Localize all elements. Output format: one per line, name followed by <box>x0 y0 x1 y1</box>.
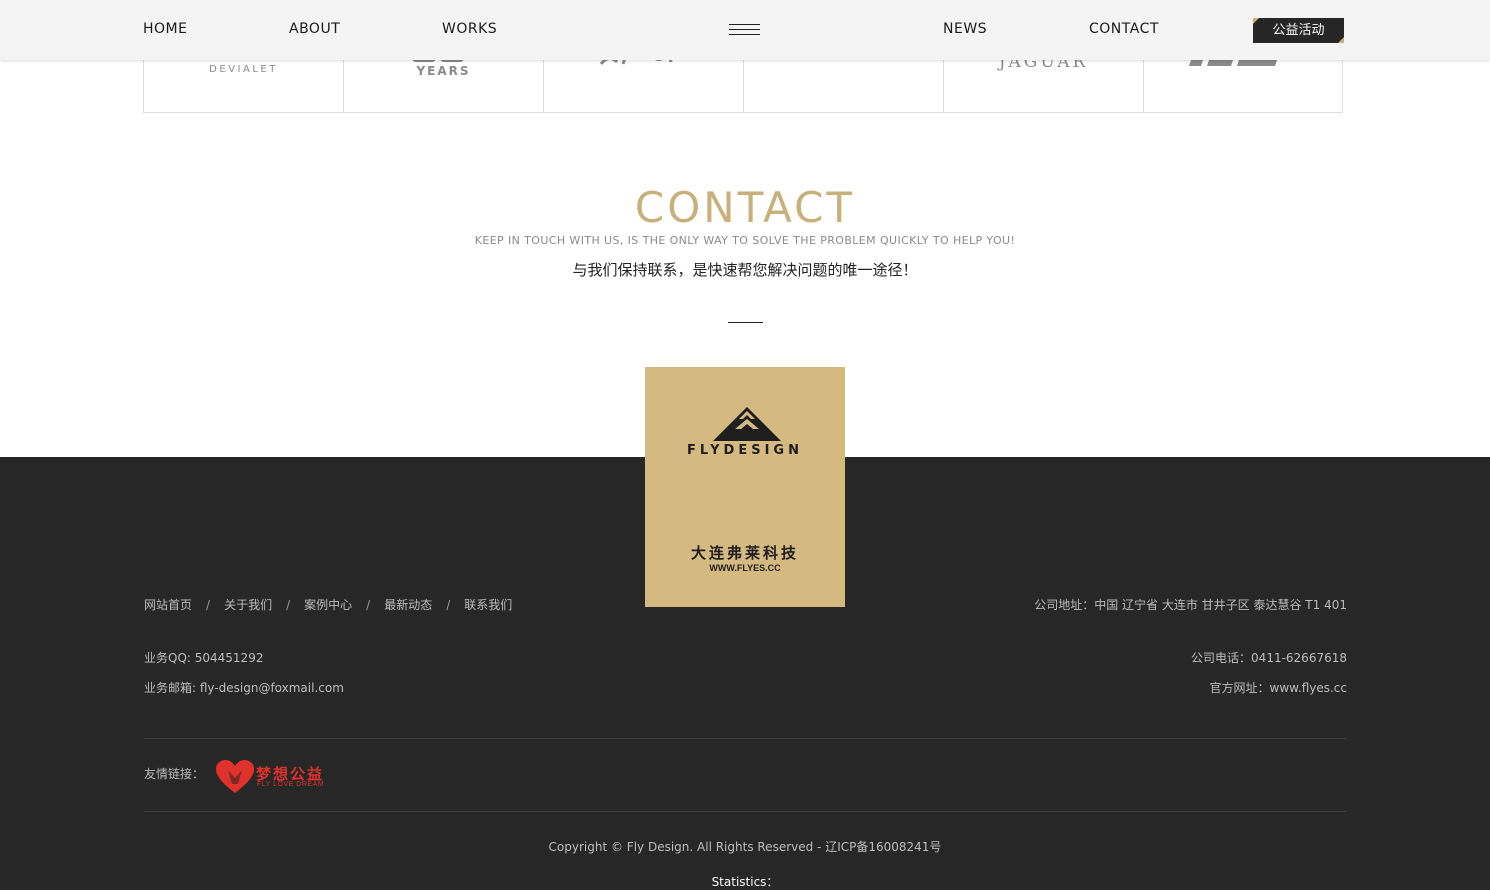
brand-cell[interactable] <box>743 60 943 112</box>
section-divider <box>728 322 763 323</box>
footer-divider <box>144 811 1347 812</box>
nav-news[interactable]: NEWS <box>943 21 987 37</box>
friend-links-label: 友情链接： <box>144 767 205 781</box>
brand-cell[interactable]: JAGUAR <box>943 60 1143 112</box>
brand-logo-script <box>599 60 673 65</box>
business-qq: 业务QQ: 504451292 <box>144 651 264 665</box>
nav-about[interactable]: ABOUT <box>289 21 340 37</box>
menu-icon[interactable] <box>729 24 760 38</box>
brand-cell[interactable] <box>1143 60 1343 112</box>
footer-link-about[interactable]: 关于我们 <box>224 598 272 612</box>
brand-logo-bold <box>1189 60 1277 66</box>
footer-link-contact[interactable]: 联系我们 <box>464 598 512 612</box>
brand-logo-devialet: DEVIALET <box>209 64 278 75</box>
footer-nav: 网站首页 / 关于我们 / 案例中心 / 最新动态 / 联系我们 <box>144 598 513 612</box>
brand-cell[interactable] <box>543 60 743 112</box>
contact-subtitle-en: KEEP IN TOUCH WITH US, IS THE ONLY WAY T… <box>474 234 1016 247</box>
copyright-text: Copyright © Fly Design. All Rights Reser… <box>548 840 942 854</box>
contact-title: CONTACT <box>634 183 856 232</box>
nav-home[interactable]: HOME <box>143 21 187 37</box>
brand-cell[interactable]: YEARS <box>343 60 543 112</box>
business-email[interactable]: 业务邮箱: fly-design@foxmail.com <box>144 679 344 696</box>
statistics-label: Statistics： <box>711 875 779 889</box>
mountain-logo-icon <box>713 407 781 441</box>
charity-activity-button[interactable]: 公益活动 <box>1253 18 1344 43</box>
brand-cell[interactable]: DEVIALET <box>143 60 343 112</box>
friend-logo-en: FLY LOVE DREAM <box>257 781 325 788</box>
charity-activity-label: 公益活动 <box>1272 23 1325 38</box>
nav-works[interactable]: WORKS <box>442 21 497 37</box>
brand-logo-jaguar: JAGUAR <box>998 60 1089 72</box>
footer-divider <box>144 738 1347 739</box>
company-logo-card: FLYDESIGN 大连弗莱科技 WWW.FLYES.CC <box>645 367 845 607</box>
footer-link-news[interactable]: 最新动态 <box>384 598 432 612</box>
brand-logo-years: YEARS <box>416 64 471 78</box>
logo-company-cn: 大连弗莱科技 <box>690 544 799 562</box>
logo-url: WWW.FLYES.CC <box>709 563 781 573</box>
friend-link-fly-love-dream[interactable]: 梦想公益 FLY LOVE DREAM <box>216 758 332 794</box>
official-website[interactable]: 官方网址：www.flyes.cc <box>1210 679 1347 696</box>
heart-logo-icon <box>216 760 254 793</box>
nav-contact[interactable]: CONTACT <box>1089 21 1159 37</box>
logo-brand-name: FLYDESIGN <box>687 443 803 458</box>
header-bar: HOME ABOUT WORKS NEWS CONTACT 公益活动 <box>0 0 1490 60</box>
client-brand-strip: DEVIALET YEARS JAGUAR <box>143 60 1343 113</box>
contact-subtitle-cn: 与我们保持联系，是快速帮您解决问题的唯一途径！ <box>572 261 918 279</box>
footer-link-cases[interactable]: 案例中心 <box>304 598 352 612</box>
company-address: 公司地址：中国 辽宁省 大连市 甘井子区 泰达慧谷 T1 401 <box>1034 598 1347 612</box>
footer-link-home[interactable]: 网站首页 <box>144 598 192 612</box>
company-phone: 公司电话：0411-62667618 <box>1191 651 1347 665</box>
